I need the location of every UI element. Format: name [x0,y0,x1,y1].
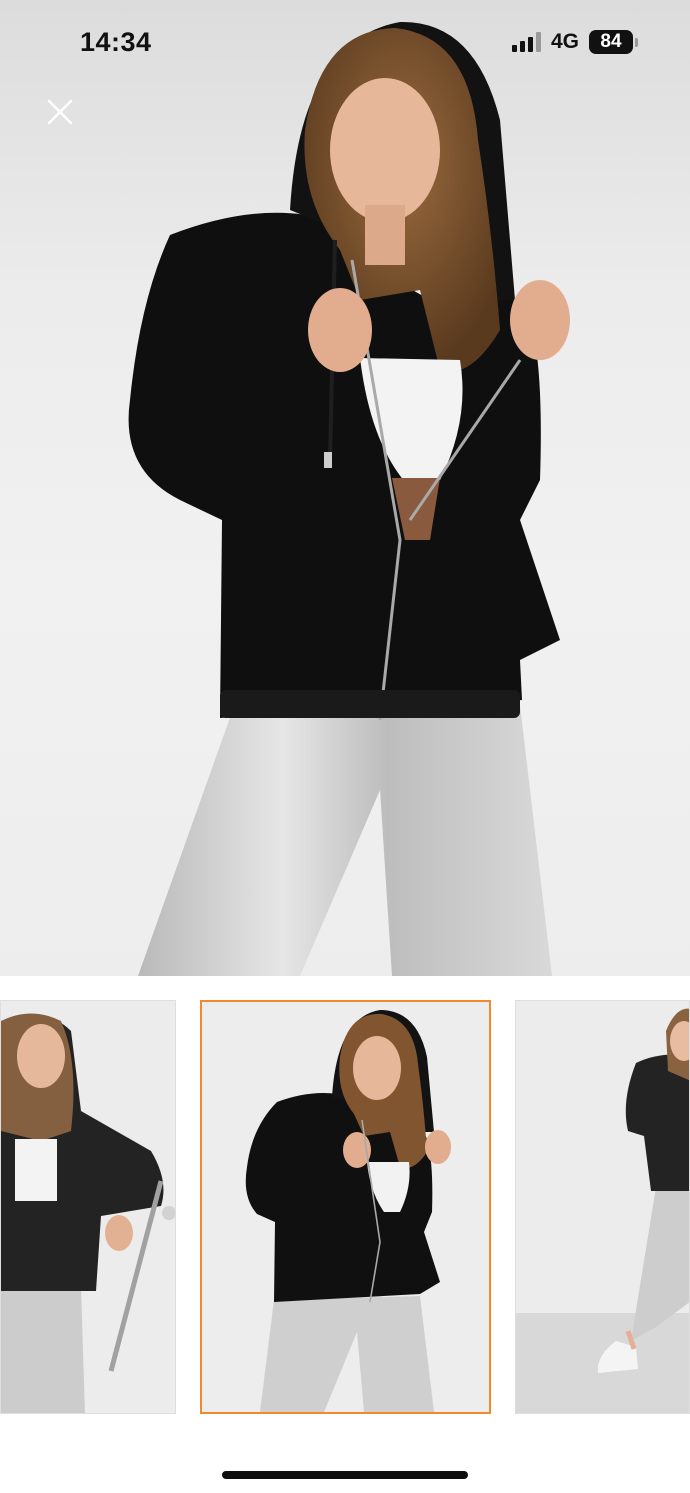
signal-icon [511,32,541,52]
model-photo [128,21,570,976]
thumbnail-2-photo [245,1010,451,1412]
close-button[interactable] [40,92,80,132]
thumbnail-1-photo [1,1013,175,1413]
network-type: 4G [550,30,579,53]
close-icon [47,99,73,125]
status-indicators: 4G 84 [511,30,638,54]
thumbnail-2-selected[interactable] [200,1000,491,1414]
thumbnail-strip [0,1000,690,1414]
main-product-image[interactable] [0,0,690,976]
thumbnail-3-photo [516,1008,689,1413]
status-bar: 14:34 4G 84 [0,0,690,84]
battery-level: 84 [589,30,633,54]
status-time: 14:34 [80,26,152,57]
thumbnail-3[interactable] [515,1000,690,1414]
home-indicator[interactable] [222,1471,468,1479]
battery-icon: 84 [589,30,638,54]
thumbnail-1[interactable] [0,1000,176,1414]
